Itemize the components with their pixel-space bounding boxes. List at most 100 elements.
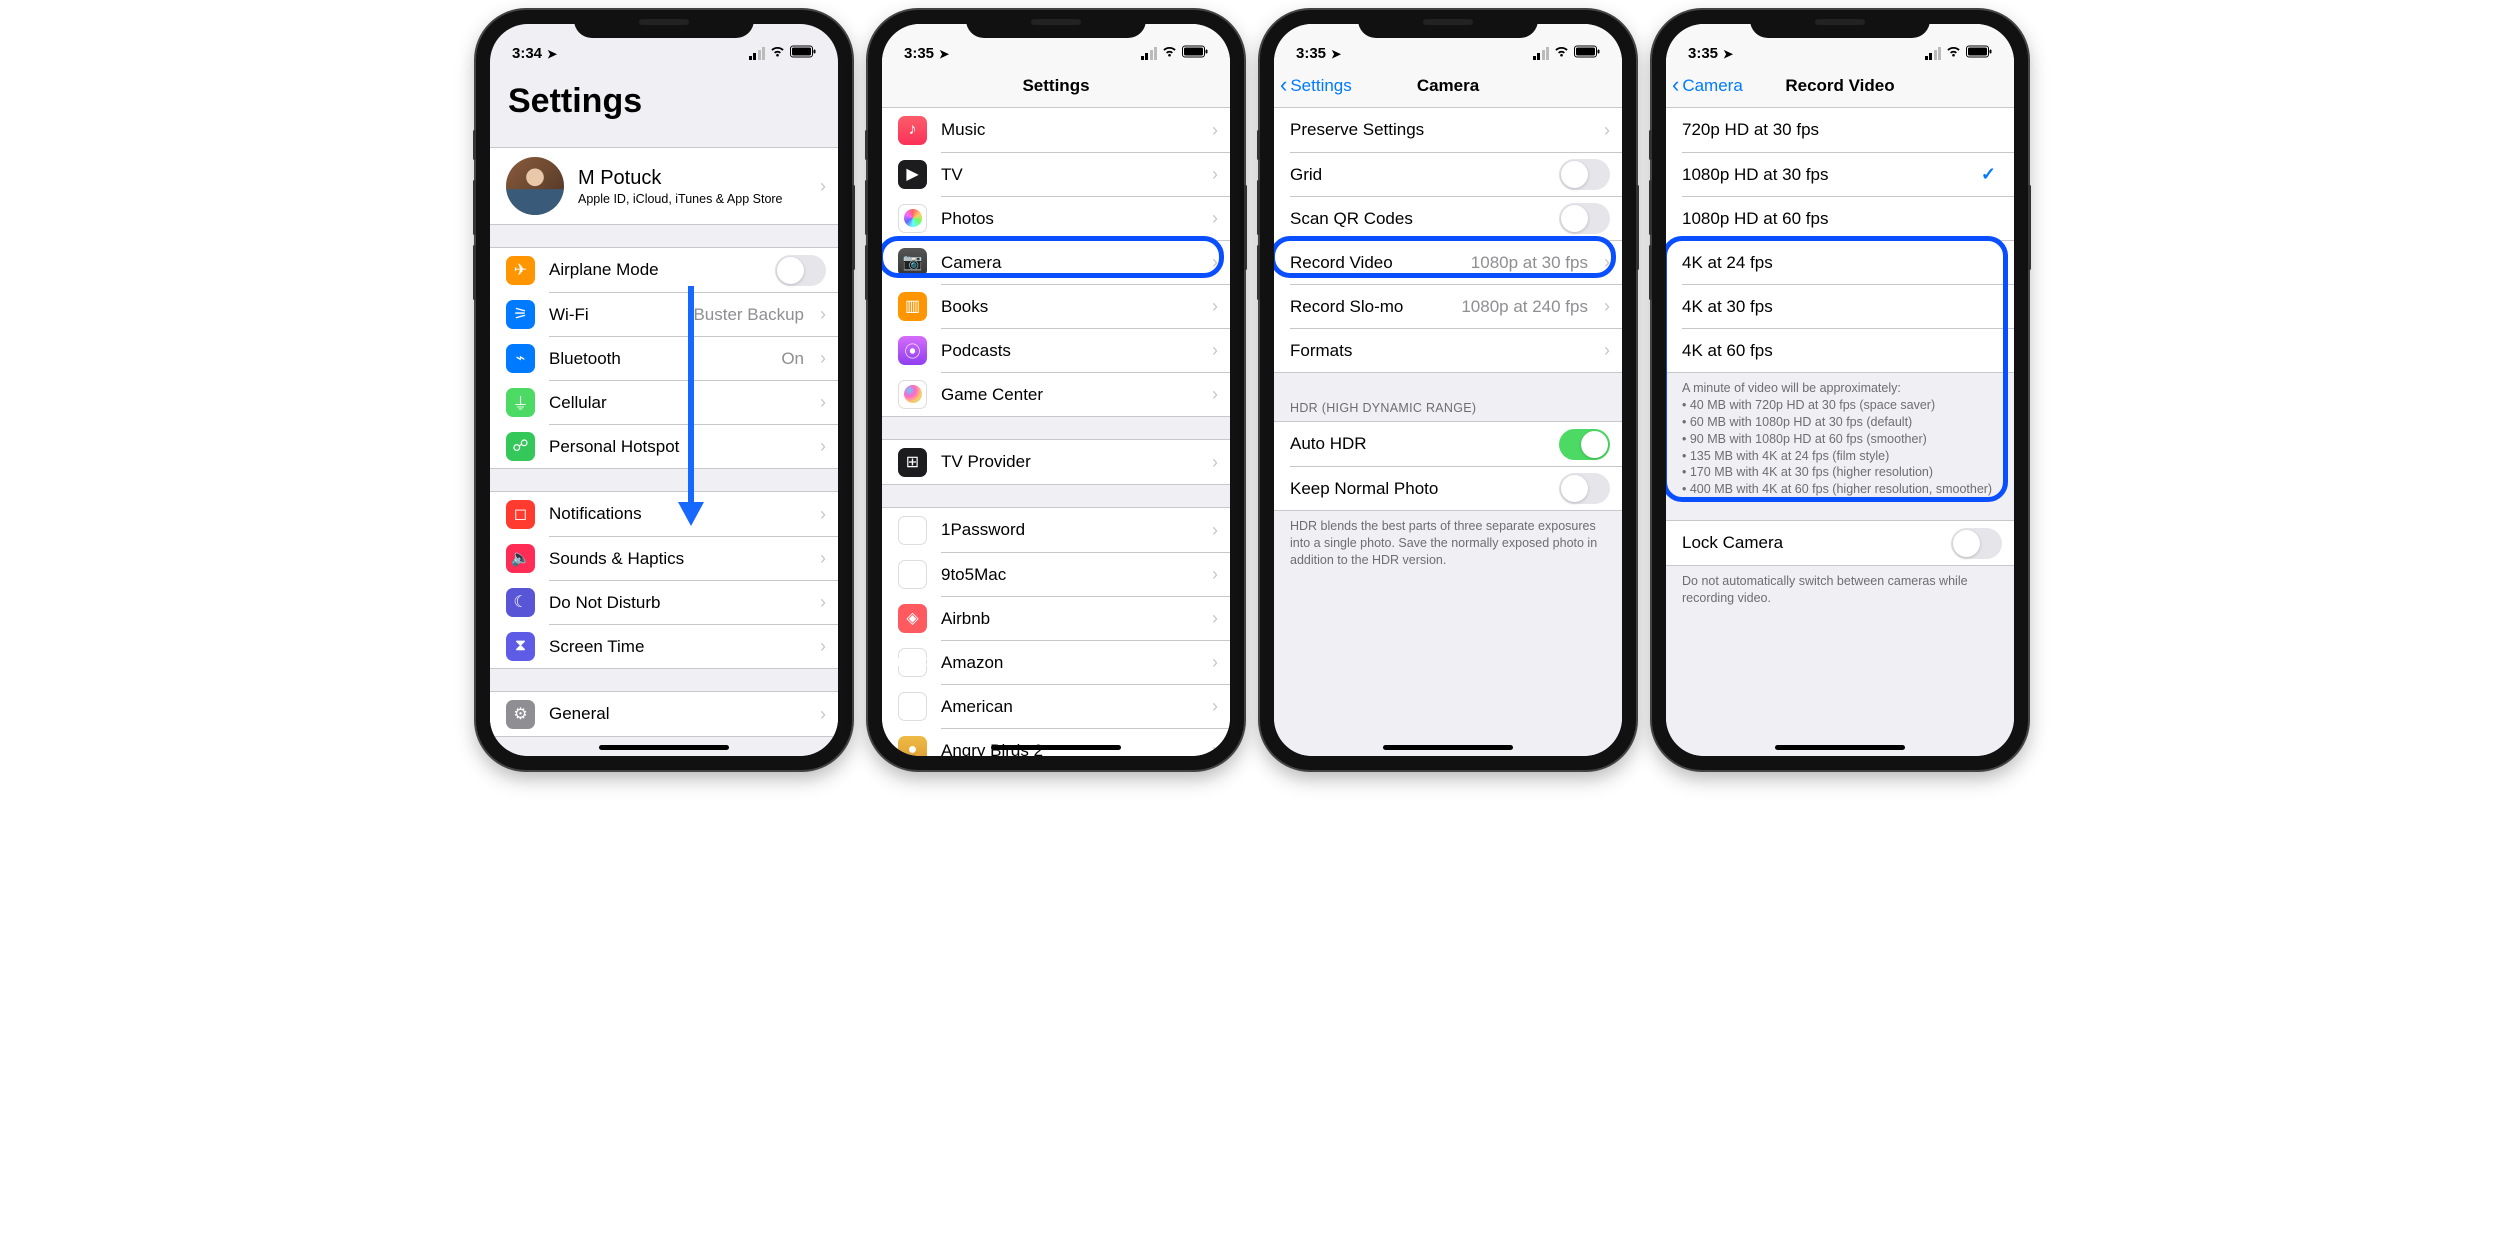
airbnb-icon: ◈ xyxy=(898,604,927,633)
toggle[interactable] xyxy=(1559,429,1610,460)
status-time: 3:34 xyxy=(512,45,542,62)
row-label: Game Center xyxy=(941,385,1200,405)
airplane-icon: ✈ xyxy=(506,256,535,285)
back-button[interactable]: ‹ Camera xyxy=(1672,64,1743,107)
chevron-right-icon: › xyxy=(1604,252,1610,273)
group-header-hdr: HDR (HIGH DYNAMIC RANGE) xyxy=(1274,395,1622,421)
settings-row[interactable]: 📷Camera› xyxy=(882,240,1230,284)
lock-camera-row[interactable]: Lock Camera xyxy=(1666,521,2014,565)
settings-row[interactable]: Photos› xyxy=(882,196,1230,240)
settings-row[interactable]: Record Video1080p at 30 fps› xyxy=(1274,240,1622,284)
lock-camera-toggle[interactable] xyxy=(1951,528,2002,559)
battery-icon xyxy=(790,45,816,62)
page-title: Settings xyxy=(490,64,838,131)
signal-icon xyxy=(1141,47,1158,60)
home-indicator[interactable] xyxy=(1383,745,1513,750)
settings-row[interactable]: ♪Music› xyxy=(882,108,1230,152)
chevron-right-icon: › xyxy=(1212,164,1218,185)
status-time: 3:35 xyxy=(1688,45,1718,62)
settings-row[interactable]: ☾Do Not Disturb› xyxy=(490,580,838,624)
settings-row[interactable]: 1080p HD at 30 fps✓ xyxy=(1666,152,2014,196)
row-label: Cellular xyxy=(549,393,808,413)
toggle[interactable] xyxy=(1559,473,1610,504)
phone-settings-apps: 3:35➤ Settings ♪Music›▶TV›Photos›📷Camera… xyxy=(868,10,1244,770)
settings-row[interactable]: 4K at 24 fps xyxy=(1666,240,2014,284)
settings-row[interactable]: ⦿Podcasts› xyxy=(882,328,1230,372)
settings-row[interactable]: ⏚Cellular› xyxy=(490,380,838,424)
settings-row[interactable]: ⧗Screen Time› xyxy=(490,624,838,668)
row-label: Personal Hotspot xyxy=(549,437,808,457)
chevron-right-icon: › xyxy=(1212,340,1218,361)
settings-row[interactable]: amazonAmazon› xyxy=(882,640,1230,684)
settings-row[interactable]: Game Center › xyxy=(882,372,1230,416)
chevron-right-icon: › xyxy=(1212,384,1218,405)
sounds-icon: 🔈 xyxy=(506,544,535,573)
settings-row[interactable]: 4K at 30 fps xyxy=(1666,284,2014,328)
row-label: Record Slo-mo xyxy=(1290,297,1449,317)
settings-row[interactable]: Keep Normal Photo xyxy=(1274,466,1622,510)
nav-bar: ‹ Camera Record Video xyxy=(1666,64,2014,108)
settings-row[interactable]: ✈American› xyxy=(882,684,1230,728)
settings-row[interactable]: Preserve Settings› xyxy=(1274,108,1622,152)
apple-id-row[interactable]: M Potuck Apple ID, iCloud, iTunes & App … xyxy=(490,148,838,224)
settings-row[interactable]: 720p HD at 30 fps xyxy=(1666,108,2014,152)
signal-icon xyxy=(1533,47,1550,60)
chevron-right-icon: › xyxy=(1604,296,1610,317)
1password-icon: ◎ xyxy=(898,516,927,545)
location-icon: ➤ xyxy=(1331,47,1341,61)
row-label: Formats xyxy=(1290,341,1592,361)
row-label: Do Not Disturb xyxy=(549,593,808,613)
back-button[interactable]: ‹ Settings xyxy=(1280,64,1352,107)
settings-row[interactable]: ⚞Wi-FiBuster Backup› xyxy=(490,292,838,336)
row-label: 720p HD at 30 fps xyxy=(1682,120,2002,140)
toggle[interactable] xyxy=(1559,159,1610,190)
row-label: 4K at 30 fps xyxy=(1682,297,2002,317)
chevron-right-icon: › xyxy=(1212,120,1218,141)
notch xyxy=(1750,10,1930,38)
settings-row[interactable]: ◎1Password› xyxy=(882,508,1230,552)
general-icon: ⚙ xyxy=(506,700,535,729)
chevron-right-icon: › xyxy=(1604,120,1610,141)
row-label: Airbnb xyxy=(941,609,1200,629)
settings-row[interactable]: ◻Notifications› xyxy=(490,492,838,536)
settings-row[interactable]: 4K at 60 fps xyxy=(1666,328,2014,372)
chevron-right-icon: › xyxy=(1212,452,1218,473)
home-indicator[interactable] xyxy=(599,745,729,750)
toggle[interactable] xyxy=(1559,203,1610,234)
chevron-right-icon: › xyxy=(820,548,826,569)
group-footer-sizes: A minute of video will be approximately:… xyxy=(1666,373,2014,498)
row-label: Screen Time xyxy=(549,637,808,657)
settings-row[interactable]: ✈Airplane Mode xyxy=(490,248,838,292)
settings-row[interactable]: ◈ Airbnb › xyxy=(882,596,1230,640)
settings-row[interactable]: ☍Personal Hotspot› xyxy=(490,424,838,468)
chevron-right-icon: › xyxy=(820,304,826,325)
settings-row[interactable]: ▶TV› xyxy=(882,152,1230,196)
home-indicator[interactable] xyxy=(991,745,1121,750)
settings-row[interactable]: 🔈Sounds & Haptics› xyxy=(490,536,838,580)
chevron-right-icon: › xyxy=(1212,652,1218,673)
signal-icon xyxy=(749,47,766,60)
settings-row[interactable]: ●Angry Birds 2› xyxy=(882,728,1230,756)
settings-row[interactable]: 1080p HD at 60 fps xyxy=(1666,196,2014,240)
settings-row[interactable]: Scan QR Codes xyxy=(1274,196,1622,240)
settings-row[interactable]: ⏱9to5Mac› xyxy=(882,552,1230,596)
wifi-icon xyxy=(1161,45,1178,62)
toggle[interactable] xyxy=(775,255,826,286)
settings-row[interactable]: Formats› xyxy=(1274,328,1622,372)
home-indicator[interactable] xyxy=(1775,745,1905,750)
chevron-left-icon: ‹ xyxy=(1672,72,1679,98)
settings-row[interactable]: Grid xyxy=(1274,152,1622,196)
settings-row[interactable]: Auto HDR xyxy=(1274,422,1622,466)
lock-camera-footer: Do not automatically switch between came… xyxy=(1666,566,2014,607)
chevron-right-icon: › xyxy=(1212,296,1218,317)
settings-row[interactable]: Record Slo-mo1080p at 240 fps› xyxy=(1274,284,1622,328)
settings-row[interactable]: ▥Books› xyxy=(882,284,1230,328)
notch xyxy=(574,10,754,38)
settings-row[interactable]: ⚙General› xyxy=(490,692,838,736)
chevron-right-icon: › xyxy=(1212,608,1218,629)
profile-sub: Apple ID, iCloud, iTunes & App Store xyxy=(578,192,808,206)
settings-row[interactable]: ⌁BluetoothOn› xyxy=(490,336,838,380)
settings-row[interactable]: ⊞TV Provider› xyxy=(882,440,1230,484)
notch xyxy=(966,10,1146,38)
hotspot-icon: ☍ xyxy=(506,432,535,461)
